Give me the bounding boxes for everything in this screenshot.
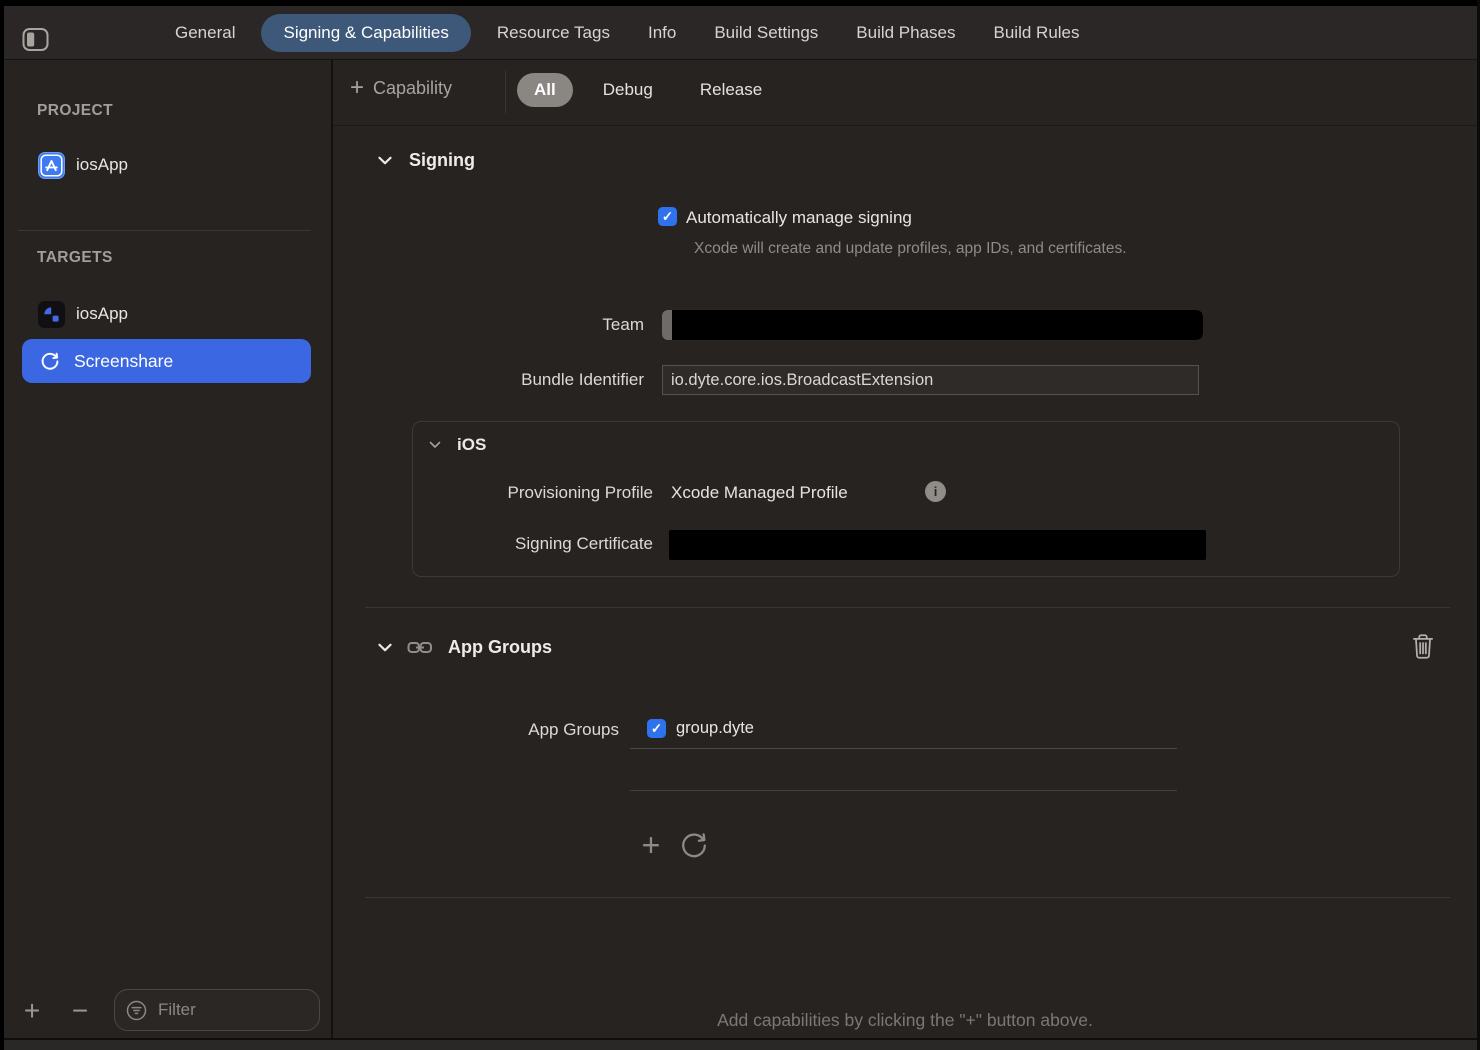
sidebar-filter-field[interactable] [114,989,320,1031]
bundle-identifier-input[interactable] [663,366,1198,394]
refresh-icon [678,829,710,861]
team-value-redacted [672,310,1203,340]
project-icon [38,152,65,179]
segment-all[interactable]: All [517,73,573,107]
target-item-label: iosApp [76,304,128,324]
tab-info[interactable]: Info [629,14,695,52]
filter-input[interactable] [156,999,300,1021]
signing-certificate-label: Signing Certificate [413,534,653,554]
toolbar-divider [333,125,1477,126]
tab-build-settings[interactable]: Build Settings [695,14,837,52]
add-capabilities-hint: Add capabilities by clicking the "+" but… [333,1010,1477,1031]
project-heading: PROJECT [37,102,113,120]
add-target-button[interactable]: + [16,994,48,1028]
auto-manage-signing-row: ✓ Automatically manage signing [658,207,912,228]
bundle-identifier-field [662,365,1199,395]
editor-tabs: General Signing & Capabilities Resource … [156,6,1099,60]
app-groups-section-title: App Groups [448,637,552,658]
refresh-app-groups-button[interactable] [677,828,711,862]
projects-targets-sidebar: PROJECT iosApp TARGETS iosApp [4,60,331,1038]
remove-target-button[interactable]: − [62,994,98,1028]
add-app-group-button[interactable]: + [634,828,668,862]
auto-manage-signing-note: Xcode will create and update profiles, a… [694,236,1191,262]
signing-section-header: Signing [378,150,475,171]
configuration-segmented-control: All Debug Release [517,73,792,107]
tab-build-rules[interactable]: Build Rules [975,14,1099,52]
team-popup-button[interactable] [662,310,1203,340]
tab-resource-tags[interactable]: Resource Tags [478,14,629,52]
add-capability-button[interactable]: + Capability [350,76,452,100]
project-item-label: iosApp [76,155,128,175]
auto-manage-signing-checkbox[interactable]: ✓ [658,207,677,226]
sidebar-item-target-iosapp[interactable]: iosApp [38,300,128,328]
ios-box-title: iOS [457,435,486,455]
sidebar-divider [18,230,311,231]
app-groups-section-header: App Groups [378,637,552,658]
segment-debug[interactable]: Debug [586,73,670,107]
chevron-down-icon[interactable] [429,441,441,449]
window-bottom-bar [4,1040,1477,1050]
signing-capabilities-pane: + Capability All Debug Release Signing ✓… [333,60,1477,1038]
window-left-edge [0,0,4,1050]
app-group-checkbox[interactable]: ✓ [647,719,666,738]
project-editor-tabbar: General Signing & Capabilities Resource … [4,6,1477,60]
filter-icon [125,999,148,1022]
section-divider [365,897,1450,898]
app-target-icon [38,301,65,328]
chevron-down-icon[interactable] [378,643,392,652]
target-item-label: Screenshare [74,351,173,372]
team-label: Team [333,315,644,335]
ios-box-header: iOS [429,435,486,455]
add-capability-label: Capability [373,78,452,99]
signing-certificate-value-redacted [669,530,1206,560]
sidebar-item-project-iosapp[interactable]: iosApp [38,151,128,179]
chevron-down-icon[interactable] [378,156,392,165]
xcode-window: General Signing & Capabilities Resource … [0,0,1480,1050]
ios-platform-box: iOS Provisioning Profile Xcode Managed P… [412,421,1400,577]
provisioning-profile-value: Xcode Managed Profile [671,483,848,503]
provisioning-profile-label: Provisioning Profile [413,483,653,503]
remove-capability-button[interactable] [1411,633,1437,661]
app-group-row-underline [630,748,1177,749]
auto-manage-signing-label: Automatically manage signing [686,208,912,228]
app-groups-field-label: App Groups [333,720,619,740]
trash-icon [1411,633,1435,660]
sidebar-toggle-button[interactable] [22,26,49,53]
extension-target-icon [39,350,61,372]
section-divider [365,607,1450,608]
targets-heading: TARGETS [37,249,113,267]
segment-release[interactable]: Release [683,73,779,107]
app-group-name: group.dyte [676,719,754,738]
bundle-identifier-label: Bundle Identifier [333,370,644,390]
app-group-empty-row-underline [630,790,1177,791]
tab-signing-capabilities[interactable]: Signing & Capabilities [261,14,470,52]
app-groups-link-icon [407,639,433,656]
sidebar-toggle-icon [22,26,49,53]
toolbar-separator [505,71,506,113]
info-icon[interactable]: i [925,481,946,502]
plus-icon: + [350,76,364,100]
tab-general[interactable]: General [156,14,254,52]
tab-build-phases[interactable]: Build Phases [837,14,974,52]
sidebar-item-target-screenshare[interactable]: Screenshare [22,339,311,383]
signing-section-title: Signing [409,150,475,171]
app-group-row[interactable]: ✓ group.dyte [647,719,754,738]
